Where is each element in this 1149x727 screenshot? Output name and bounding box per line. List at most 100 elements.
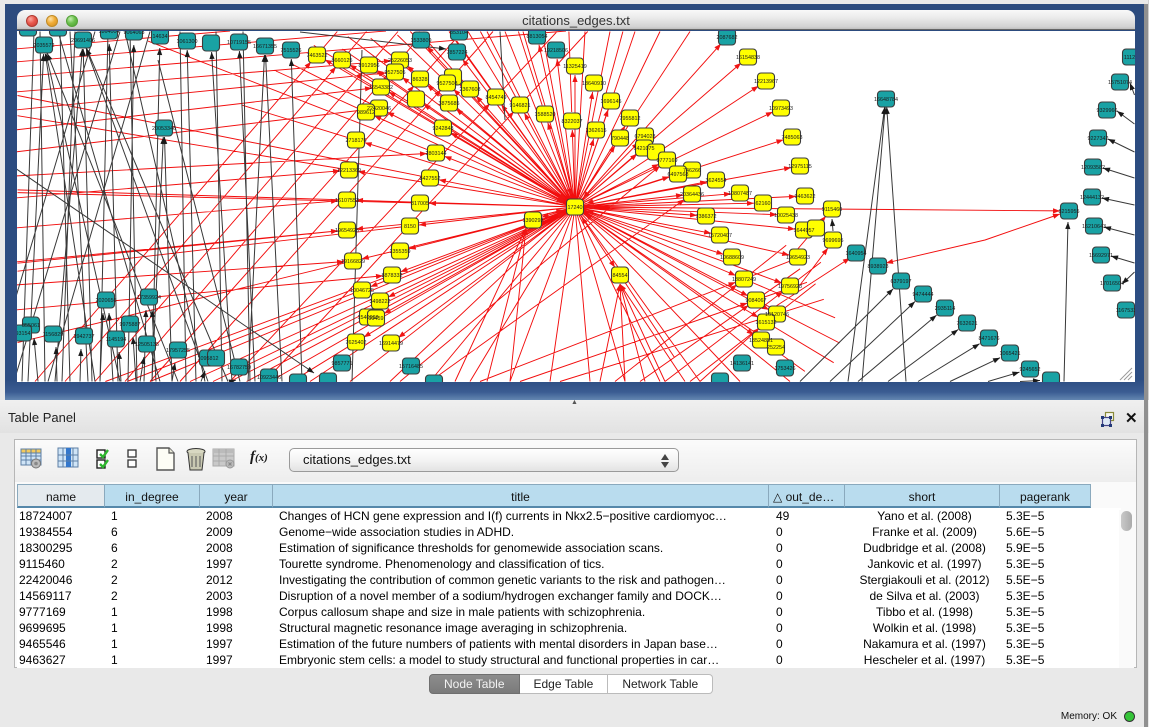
svg-text:1615132: 1615132 — [756, 320, 777, 326]
svg-text:9115460: 9115460 — [822, 207, 843, 213]
svg-text:1421075: 1421075 — [634, 146, 655, 152]
svg-text:9084067: 9084067 — [746, 298, 767, 304]
svg-text:10688609: 10688609 — [720, 255, 744, 261]
svg-text:9527505: 9527505 — [385, 70, 406, 76]
svg-text:9857771: 9857771 — [332, 361, 353, 367]
svg-text:12505135: 12505135 — [135, 342, 159, 348]
svg-text:9699695: 9699695 — [823, 238, 844, 244]
svg-text:18640910: 18640910 — [582, 81, 606, 87]
svg-text:9329966: 9329966 — [1097, 108, 1118, 114]
svg-text:1640954: 1640954 — [846, 251, 867, 257]
svg-text:12093582: 12093582 — [1081, 165, 1105, 171]
svg-text:17957255: 17957255 — [166, 348, 190, 354]
svg-text:18807249: 18807249 — [732, 277, 756, 283]
svg-text:1145194: 1145194 — [106, 337, 127, 343]
svg-text:10807487: 10807487 — [728, 191, 752, 197]
svg-text:15716485: 15716485 — [399, 364, 423, 370]
svg-text:20364436: 20364436 — [680, 192, 704, 198]
svg-text:20691406: 20691406 — [71, 38, 95, 44]
svg-text:11325419: 11325419 — [563, 64, 587, 70]
svg-text:790448: 790448 — [611, 136, 629, 142]
svg-text:16914479: 16914479 — [379, 341, 403, 347]
svg-text:86328: 86328 — [413, 77, 428, 83]
svg-text:8878332: 8878332 — [382, 273, 403, 279]
svg-text:19756928: 19756928 — [778, 284, 802, 290]
svg-text:14634: 14634 — [153, 34, 168, 40]
svg-text:16120746: 16120746 — [765, 312, 789, 318]
svg-text:9474444: 9474444 — [913, 292, 934, 298]
svg-text:1167533: 1167533 — [1116, 308, 1135, 314]
svg-text:8813054: 8813054 — [527, 34, 548, 40]
svg-text:15692971: 15692971 — [1089, 253, 1113, 259]
svg-text:19218506: 19218506 — [544, 48, 568, 54]
svg-text:9975887: 9975887 — [120, 322, 141, 328]
svg-text:9463622: 9463622 — [795, 194, 816, 200]
svg-text:1390293: 1390293 — [523, 218, 544, 224]
svg-text:11124: 11124 — [1124, 55, 1135, 61]
svg-text:16543382: 16543382 — [369, 85, 393, 91]
svg-text:7463522: 7463522 — [307, 53, 328, 59]
svg-text:9245652: 9245652 — [1020, 367, 1041, 373]
svg-text:8660125: 8660125 — [332, 58, 353, 64]
svg-text:1533809: 1533809 — [411, 38, 432, 44]
svg-text:7955812: 7955812 — [620, 116, 641, 122]
svg-text:19166829: 19166829 — [341, 259, 365, 265]
svg-text:9527508: 9527508 — [437, 81, 458, 87]
svg-text:12213967: 12213967 — [754, 79, 778, 85]
svg-text:16210643: 16210643 — [1082, 224, 1106, 230]
svg-text:19654923: 19654923 — [786, 255, 810, 261]
svg-text:7625402: 7625402 — [346, 340, 367, 346]
svg-text:99459: 99459 — [369, 316, 384, 322]
svg-text:855061: 855061 — [22, 323, 40, 329]
svg-text:18524851: 18524851 — [749, 338, 773, 344]
svg-text:2803144: 2803144 — [426, 151, 447, 157]
svg-text:14136141: 14136141 — [730, 361, 754, 367]
svg-text:9242848: 9242848 — [433, 126, 454, 132]
svg-text:817005: 817005 — [411, 201, 429, 207]
svg-text:15751074: 15751074 — [1108, 80, 1132, 86]
svg-text:1753426: 1753426 — [775, 366, 796, 372]
svg-text:2718176: 2718176 — [346, 138, 367, 144]
svg-text:62160: 62160 — [756, 201, 771, 207]
svg-text:17016504: 17016504 — [1100, 281, 1124, 287]
svg-text:1864004: 1864004 — [99, 31, 120, 35]
svg-text:15720407: 15720407 — [708, 233, 732, 239]
svg-text:10923446: 10923446 — [257, 375, 281, 381]
svg-text:20053346: 20053346 — [152, 126, 176, 132]
svg-text:9777169: 9777169 — [657, 158, 678, 164]
svg-text:16107553: 16107553 — [335, 198, 359, 204]
svg-text:16648784: 16648784 — [874, 97, 898, 103]
svg-text:9227342: 9227342 — [1088, 136, 1109, 142]
svg-text:8150: 8150 — [404, 224, 416, 230]
svg-text:10973493: 10973493 — [769, 106, 793, 112]
svg-text:8322037: 8322037 — [562, 119, 583, 125]
svg-text:16671355: 16671355 — [253, 44, 277, 50]
svg-text:12213369: 12213369 — [337, 168, 361, 174]
svg-text:1696145: 1696145 — [601, 99, 622, 105]
svg-text:17240: 17240 — [568, 205, 583, 211]
svg-text:7857224: 7857224 — [447, 50, 468, 56]
svg-text:8471676: 8471676 — [979, 336, 1000, 342]
svg-text:3875685: 3875685 — [439, 101, 460, 107]
svg-text:10046725: 10046725 — [350, 288, 374, 294]
svg-text:2087682: 2087682 — [717, 35, 738, 41]
svg-text:6497568: 6497568 — [668, 172, 689, 178]
svg-text:1355359: 1355359 — [390, 249, 411, 255]
svg-text:8938923: 8938923 — [868, 264, 889, 270]
svg-text:8215955: 8215955 — [1059, 209, 1080, 215]
svg-text:19654925: 19654925 — [335, 228, 359, 234]
svg-text:6794028: 6794028 — [635, 134, 656, 140]
svg-text:2367608: 2367608 — [460, 87, 481, 93]
svg-text:12975115: 12975115 — [788, 164, 812, 170]
svg-text:10719155: 10719155 — [227, 40, 251, 46]
svg-text:8912956: 8912956 — [359, 63, 380, 69]
svg-text:1061300: 1061300 — [177, 39, 198, 45]
svg-text:84554: 84554 — [613, 273, 628, 279]
svg-text:25226053: 25226053 — [388, 58, 412, 64]
svg-text:2942737: 2942737 — [74, 334, 95, 340]
svg-text:17359924: 17359924 — [137, 295, 161, 301]
svg-text:1095812: 1095812 — [198, 356, 219, 362]
svg-text:8427552: 8427552 — [420, 176, 441, 182]
svg-text:6379197: 6379197 — [891, 279, 912, 285]
svg-text:2020656: 2020656 — [96, 298, 117, 304]
